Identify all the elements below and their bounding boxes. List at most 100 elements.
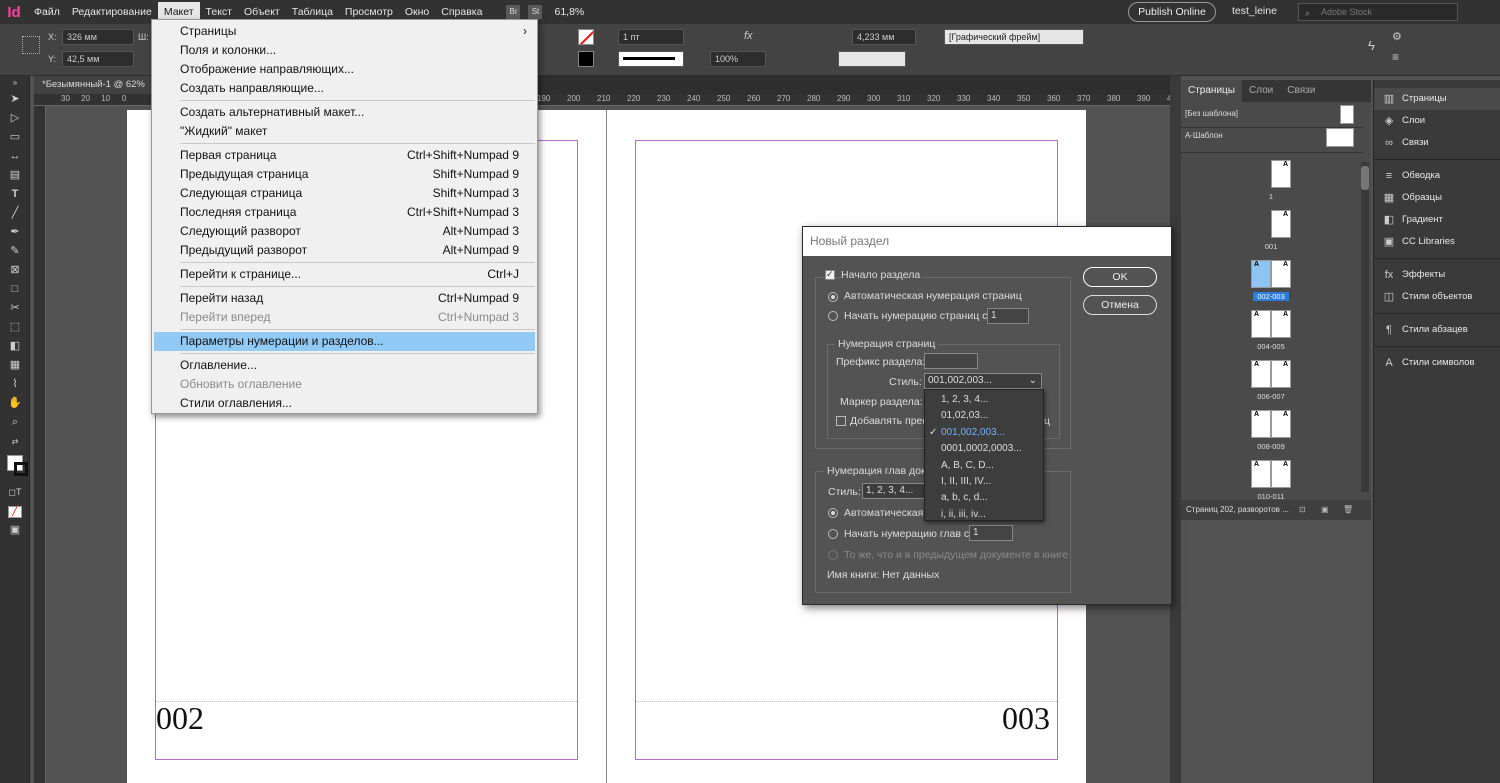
bridge-button[interactable]: Br — [506, 5, 521, 19]
none-master-thumb[interactable] — [1340, 105, 1354, 124]
style-option[interactable]: 01,02,03... — [925, 408, 1043, 424]
publish-online-button[interactable]: Publish Online — [1128, 2, 1216, 22]
rectangle-frame-tool-icon[interactable]: ⊠ — [0, 261, 30, 280]
page-thumbnail[interactable]: A — [1271, 460, 1291, 488]
page-thumbnail[interactable]: A — [1251, 460, 1271, 488]
style-option[interactable]: a, b, c, d... — [925, 490, 1043, 506]
chapter-start-input[interactable]: 1 — [969, 525, 1013, 541]
menu-item[interactable]: Предыдущая страница Shift+Numpad 9 — [152, 165, 537, 184]
eyedropper-tool-icon[interactable]: ⌇ — [0, 375, 30, 394]
page-thumbnail[interactable]: A — [1271, 310, 1291, 338]
stroke-swatch-icon[interactable] — [578, 51, 594, 67]
auto-numbering-radio[interactable] — [828, 292, 838, 302]
page-thumbnail[interactable]: A — [1271, 260, 1291, 288]
panel-tab[interactable]: Связи — [1280, 80, 1322, 102]
menu-item[interactable]: Предыдущий разворот Alt+Numpad 9 — [152, 241, 537, 260]
corner-field[interactable] — [838, 51, 906, 67]
stock-search-input[interactable]: ⌕ Adobe Stock — [1298, 3, 1458, 21]
chapter-auto-radio[interactable] — [828, 508, 838, 518]
menubar-item[interactable]: Файл — [28, 2, 66, 22]
page-thumbnail[interactable]: A — [1251, 410, 1271, 438]
fx-icon[interactable]: fx — [744, 30, 753, 42]
dock-item[interactable]: ◈ Слои — [1374, 110, 1500, 132]
user-name[interactable]: test_leine — [1232, 5, 1277, 17]
style-option[interactable]: 001,002,003... — [925, 425, 1043, 442]
none-master-label[interactable]: [Без шаблона] — [1185, 109, 1238, 118]
page-thumbnail[interactable]: A — [1251, 360, 1271, 388]
fill-stroke-icon[interactable] — [0, 455, 30, 483]
style-option[interactable]: 0001,0002,0003... — [925, 441, 1043, 457]
reference-point-icon[interactable] — [22, 36, 40, 54]
stroke-weight-field[interactable]: 1 пт — [618, 29, 684, 45]
panel-tab[interactable]: Слои — [1242, 80, 1280, 102]
zoom-level[interactable]: 61,8% — [554, 6, 584, 18]
menu-item[interactable]: Страницы › — [152, 22, 537, 41]
swap-colors-icon[interactable]: ⇄ — [0, 432, 30, 451]
style-option[interactable]: I, II, III, IV... — [925, 474, 1043, 490]
menu-item[interactable]: Перейти к странице... Ctrl+J — [152, 265, 537, 284]
zoom-tool-icon[interactable]: ⌕ — [0, 413, 30, 432]
panel-menu-icon[interactable]: ≡ — [1392, 50, 1399, 64]
dock-item[interactable]: fx Эффекты — [1374, 264, 1500, 286]
style-select[interactable]: 001,002,003... ⌄ — [924, 373, 1042, 389]
style-option[interactable]: 1, 2, 3, 4... — [925, 392, 1043, 408]
page-thumbnail[interactable]: A — [1271, 210, 1291, 238]
delete-page-icon[interactable]: 🗑 — [1343, 500, 1353, 520]
dock-item[interactable]: ¶ Стили абзацев — [1374, 319, 1500, 341]
gap-tool-icon[interactable]: ↔ — [0, 147, 30, 166]
scissors-tool-icon[interactable]: ✂ — [0, 299, 30, 318]
pages-scrollbar[interactable] — [1361, 162, 1369, 492]
page-size-icon[interactable]: ⊡ — [1299, 500, 1306, 520]
stroke-type-select[interactable] — [618, 51, 684, 67]
line-tool-icon[interactable]: ╱ — [0, 204, 30, 223]
document-tab[interactable]: *Безымянный-1 @ 62% — [34, 76, 154, 94]
lightning-icon[interactable]: ϟ — [1368, 38, 1375, 53]
cancel-button[interactable]: Отмена — [1083, 295, 1157, 315]
menu-item[interactable]: Перейти назад Ctrl+Numpad 9 — [152, 289, 537, 308]
page-thumbnail[interactable]: A — [1271, 360, 1291, 388]
size-field[interactable]: 4,233 мм — [852, 29, 916, 45]
panel-tab[interactable]: Страницы — [1181, 80, 1242, 102]
direct-selection-tool-icon[interactable]: ▷ — [0, 109, 30, 128]
a-master-label[interactable]: А-Шаблон — [1185, 131, 1223, 140]
dock-item[interactable]: ≡ Обводка — [1374, 165, 1500, 187]
page-thumbnail[interactable]: A — [1251, 260, 1271, 288]
screen-mode-icon[interactable]: ▣ — [0, 521, 30, 540]
y-field[interactable]: 42,5 мм — [62, 51, 134, 67]
object-style-select[interactable]: [Графический фрейм] — [944, 29, 1084, 45]
menu-item[interactable]: Поля и колонки... — [152, 41, 537, 60]
menu-item[interactable]: Параметры нумерации и разделов... — [154, 332, 535, 351]
menu-item[interactable]: Следующая страница Shift+Numpad 3 — [152, 184, 537, 203]
chapter-start-radio[interactable] — [828, 529, 838, 539]
dock-item[interactable]: ▦ Образцы — [1374, 187, 1500, 209]
formatting-affects-icon[interactable]: ◻T — [0, 483, 30, 502]
type-tool-icon[interactable]: T — [0, 185, 30, 204]
menu-item[interactable]: Стили оглавления... — [152, 394, 537, 413]
left-page-number[interactable]: 002 — [156, 700, 204, 737]
start-at-radio[interactable] — [828, 311, 838, 321]
page-thumbnail[interactable]: A — [1271, 410, 1291, 438]
gear-icon[interactable]: ⚙ — [1392, 30, 1402, 43]
fill-none-icon[interactable] — [578, 29, 594, 45]
stock-button[interactable]: St — [528, 5, 543, 19]
menubar-item[interactable]: Редактирование — [66, 2, 158, 22]
gradient-tool-icon[interactable]: ◧ — [0, 337, 30, 356]
selection-tool-icon[interactable]: ➤ — [0, 90, 30, 109]
menu-item[interactable]: Создать альтернативный макет... — [152, 103, 537, 122]
menu-item[interactable]: Первая страница Ctrl+Shift+Numpad 9 — [152, 146, 537, 165]
add-prefix-checkbox[interactable] — [836, 416, 846, 426]
menu-item[interactable]: Создать направляющие... — [152, 79, 537, 98]
menu-item[interactable]: Следующий разворот Alt+Numpad 3 — [152, 222, 537, 241]
apply-none-icon[interactable]: ╱ — [0, 502, 30, 521]
dock-item[interactable]: ◫ Стили объектов — [1374, 286, 1500, 308]
right-page-number[interactable]: 003 — [1002, 700, 1050, 737]
hand-tool-icon[interactable]: ✋ — [0, 394, 30, 413]
x-field[interactable]: 326 мм — [62, 29, 134, 45]
dock-item[interactable]: A Стили символов — [1374, 352, 1500, 374]
dock-item[interactable]: ▥ Страницы — [1374, 88, 1500, 110]
page-tool-icon[interactable]: ▭ — [0, 128, 30, 147]
rectangle-tool-icon[interactable]: □ — [0, 280, 30, 299]
style-option[interactable]: A, B, C, D... — [925, 458, 1043, 474]
ok-button[interactable]: OK — [1083, 267, 1157, 287]
menu-item[interactable]: "Жидкий" макет — [152, 122, 537, 141]
